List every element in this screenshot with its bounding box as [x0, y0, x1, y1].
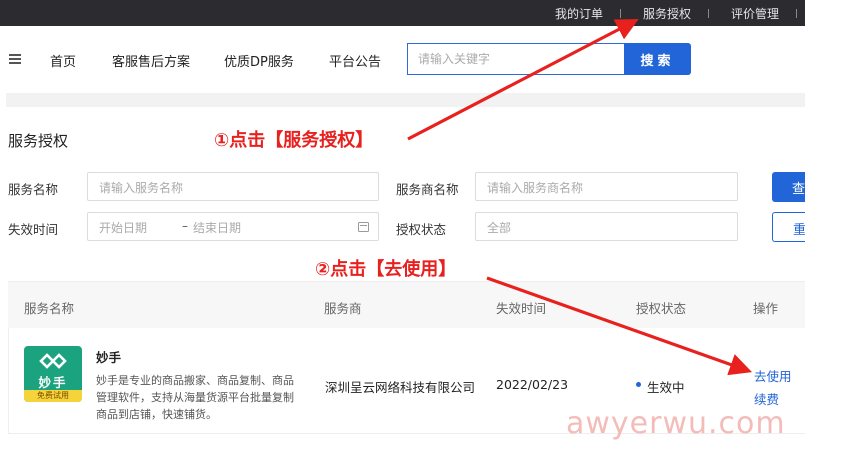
annotation-step-2: ②点击【去使用】	[315, 259, 457, 280]
annotation-step-1: ①点击【服务授权】	[214, 130, 374, 151]
page: 我的订单 服务授权 评价管理 首页 客服售后方案 优质DP服务 平台公告 搜索 …	[0, 0, 842, 455]
annotation-arrows	[407, 19, 753, 376]
arrow-to-service-auth	[407, 19, 639, 141]
arrow-to-use-link	[486, 276, 753, 376]
watermark: awyerwu.com	[566, 406, 786, 441]
